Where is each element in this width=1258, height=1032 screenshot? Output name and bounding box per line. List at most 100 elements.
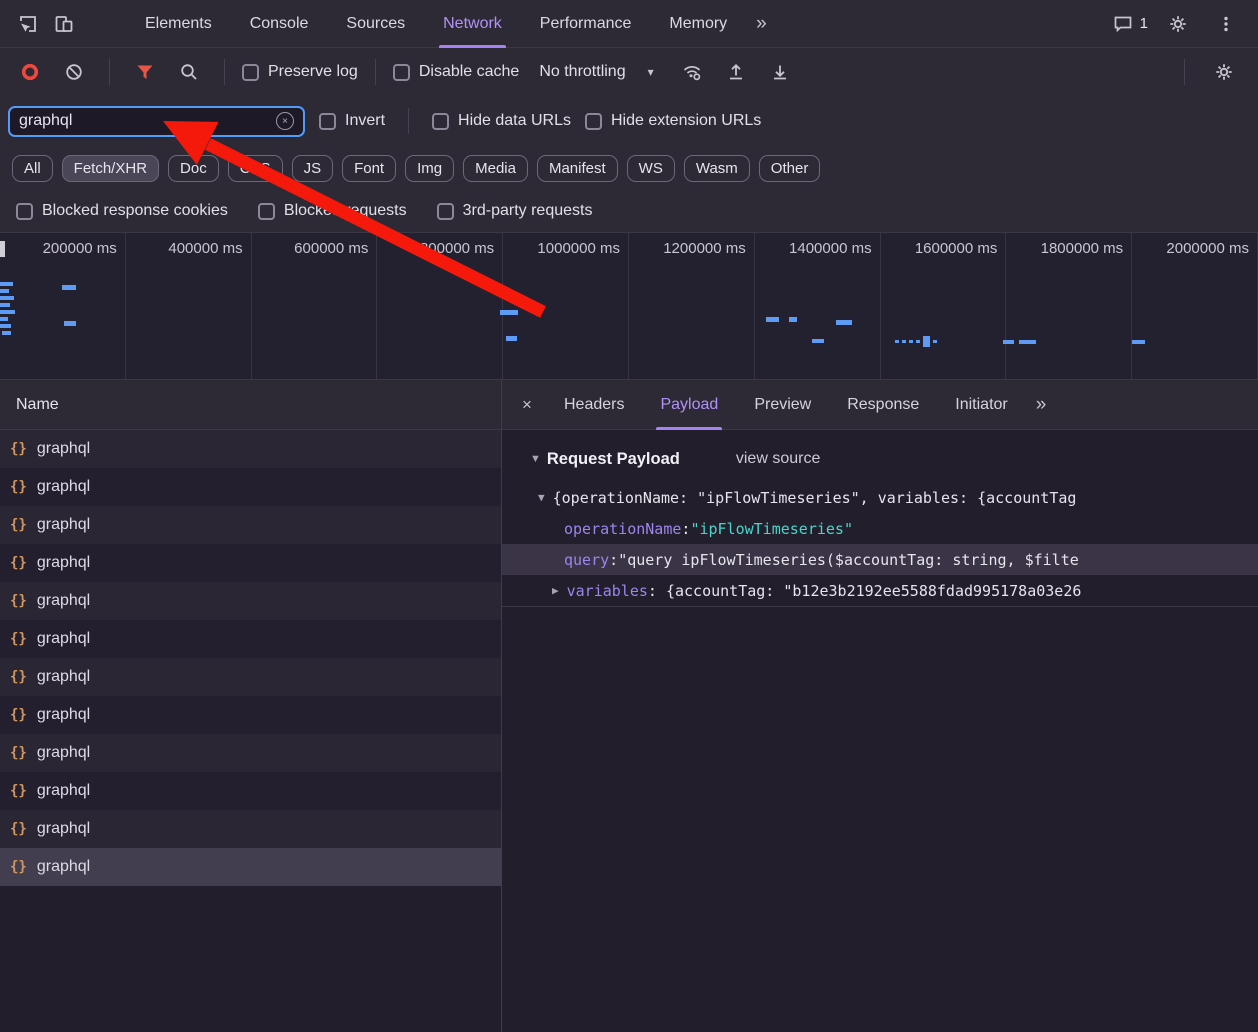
table-row-selected[interactable]: {}graphql xyxy=(0,848,501,886)
dtab-payload[interactable]: Payload xyxy=(646,380,732,430)
clear-network-log-button[interactable] xyxy=(56,54,92,90)
import-har-icon[interactable] xyxy=(718,54,754,90)
tab-sources[interactable]: Sources xyxy=(333,0,418,48)
dtab-preview[interactable]: Preview xyxy=(740,380,825,430)
request-name: graphql xyxy=(37,744,90,762)
export-har-icon[interactable] xyxy=(762,54,798,90)
chip-css[interactable]: CSS xyxy=(228,155,283,182)
checkbox-box xyxy=(437,203,454,220)
table-row[interactable]: {}graphql xyxy=(0,544,501,582)
hide-data-urls-checkbox[interactable]: Hide data URLs xyxy=(432,112,571,130)
filter-input[interactable] xyxy=(19,112,268,130)
blocked-requests-checkbox[interactable]: Blocked requests xyxy=(258,202,407,220)
tab-elements[interactable]: Elements xyxy=(132,0,225,48)
json-braces-icon: {} xyxy=(10,555,27,571)
table-row[interactable]: {}graphql xyxy=(0,468,501,506)
blocked-response-cookies-checkbox[interactable]: Blocked response cookies xyxy=(16,202,228,220)
main-tab-bar: Elements Console Sources Network Perform… xyxy=(0,0,1258,48)
payload-key: query xyxy=(564,551,609,569)
dtab-response[interactable]: Response xyxy=(833,380,933,430)
more-detail-tabs-icon[interactable]: » xyxy=(1026,394,1057,416)
settings-gear-icon[interactable] xyxy=(1160,6,1196,42)
table-row[interactable]: {}graphql xyxy=(0,734,501,772)
json-braces-icon: {} xyxy=(10,593,27,609)
chip-img[interactable]: Img xyxy=(405,155,454,182)
third-party-requests-checkbox[interactable]: 3rd-party requests xyxy=(437,202,593,220)
tab-performance[interactable]: Performance xyxy=(527,0,645,48)
payload-query-row-selected[interactable]: query: "query ipFlowTimeseries($accountT… xyxy=(502,544,1258,575)
payload-key: operationName xyxy=(564,520,681,538)
device-toolbar-icon[interactable] xyxy=(46,6,82,42)
dtab-initiator[interactable]: Initiator xyxy=(941,380,1021,430)
preserve-log-label: Preserve log xyxy=(268,63,358,81)
chip-font[interactable]: Font xyxy=(342,155,396,182)
network-conditions-icon[interactable] xyxy=(674,54,710,90)
triangle-down-icon[interactable]: ▼ xyxy=(538,491,545,504)
payload-operation-row[interactable]: operationName: "ipFlowTimeseries" xyxy=(502,513,1258,544)
chip-manifest[interactable]: Manifest xyxy=(537,155,618,182)
tab-network[interactable]: Network xyxy=(430,0,515,48)
search-icon[interactable] xyxy=(171,54,207,90)
toolbar-right-group xyxy=(1175,54,1246,90)
table-row[interactable]: {}graphql xyxy=(0,620,501,658)
message-count: 1 xyxy=(1140,15,1148,32)
third-party-requests-label: 3rd-party requests xyxy=(463,202,593,220)
table-row[interactable]: {}graphql xyxy=(0,810,501,848)
invert-checkbox[interactable]: Invert xyxy=(319,112,385,130)
divider xyxy=(375,59,376,85)
request-name: graphql xyxy=(37,592,90,610)
payload-variables-row[interactable]: ▶ variables: {accountTag: "b12e3b2192ee5… xyxy=(502,575,1258,606)
table-row[interactable]: {}graphql xyxy=(0,696,501,734)
throttling-select[interactable]: No throttling ▾ xyxy=(527,63,665,81)
disable-cache-checkbox[interactable]: Disable cache xyxy=(393,63,520,81)
view-source-link[interactable]: view source xyxy=(736,450,820,468)
name-column-header[interactable]: Name xyxy=(0,380,501,430)
checkbox-box xyxy=(319,113,336,130)
table-row[interactable]: {}graphql xyxy=(0,430,501,468)
close-icon[interactable]: × xyxy=(508,395,546,415)
hide-data-urls-label: Hide data URLs xyxy=(458,112,571,130)
table-row[interactable]: {}graphql xyxy=(0,658,501,696)
table-row[interactable]: {}graphql xyxy=(0,506,501,544)
json-braces-icon: {} xyxy=(10,707,27,723)
request-name: graphql xyxy=(37,630,90,648)
chip-other[interactable]: Other xyxy=(759,155,821,182)
chip-media[interactable]: Media xyxy=(463,155,528,182)
chip-all[interactable]: All xyxy=(12,155,53,182)
json-braces-icon: {} xyxy=(10,859,27,875)
triangle-right-icon[interactable]: ▶ xyxy=(552,584,559,597)
tab-console[interactable]: Console xyxy=(237,0,322,48)
divider xyxy=(408,108,409,134)
table-row[interactable]: {} graphql xyxy=(0,582,501,620)
network-settings-gear-icon[interactable] xyxy=(1206,54,1242,90)
payload-header: ▼ Request Payload view source xyxy=(502,430,1258,482)
chip-fetch-xhr[interactable]: Fetch/XHR xyxy=(62,155,159,182)
chip-wasm[interactable]: Wasm xyxy=(684,155,750,182)
filter-funnel-icon[interactable] xyxy=(127,54,163,90)
kebab-menu-icon[interactable] xyxy=(1208,6,1244,42)
preserve-log-checkbox[interactable]: Preserve log xyxy=(242,63,358,81)
tab-memory[interactable]: Memory xyxy=(656,0,740,48)
payload-value: {accountTag: "b12e3b2192ee5588fdad995178… xyxy=(666,582,1081,600)
inspect-element-icon[interactable] xyxy=(10,6,46,42)
hide-extension-urls-checkbox[interactable]: Hide extension URLs xyxy=(585,112,761,130)
chip-doc[interactable]: Doc xyxy=(168,155,219,182)
clear-filter-icon[interactable]: × xyxy=(276,112,294,130)
hide-extension-urls-label: Hide extension URLs xyxy=(611,112,761,130)
payload-root-row[interactable]: ▼ {operationName: "ipFlowTimeseries", va… xyxy=(502,482,1258,513)
request-type-filter-bar: All Fetch/XHR Doc CSS JS Font Img Media … xyxy=(0,146,1258,190)
table-row[interactable]: {}graphql xyxy=(0,772,501,810)
payload-variables-text: variables: {accountTag: "b12e3b2192ee558… xyxy=(567,582,1082,600)
more-tabs-icon[interactable]: » xyxy=(746,13,777,35)
record-network-log-button[interactable] xyxy=(12,54,48,90)
chip-js[interactable]: JS xyxy=(292,155,334,182)
disable-cache-label: Disable cache xyxy=(419,63,520,81)
triangle-down-icon[interactable]: ▼ xyxy=(530,453,541,465)
request-name: graphql xyxy=(37,440,90,458)
filter-bar: × Invert Hide data URLs Hide extension U… xyxy=(0,96,1258,146)
console-messages-button[interactable]: 1 xyxy=(1113,14,1148,34)
network-overview-timeline[interactable]: 200000 ms 400000 ms 600000 ms 800000 ms … xyxy=(0,232,1258,380)
chip-ws[interactable]: WS xyxy=(627,155,675,182)
json-braces-icon: {} xyxy=(10,479,27,495)
dtab-headers[interactable]: Headers xyxy=(550,380,638,430)
